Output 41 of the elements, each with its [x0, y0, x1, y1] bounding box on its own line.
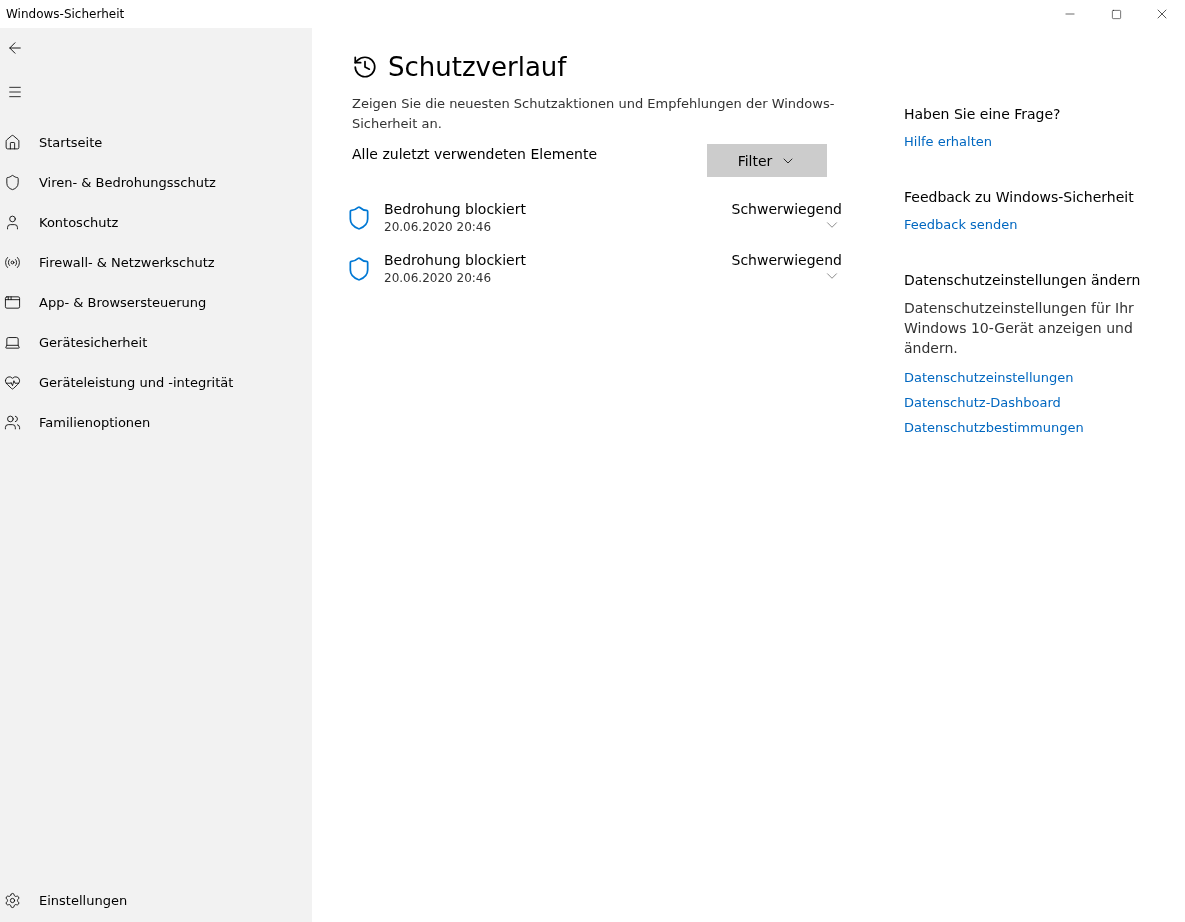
nav-icon — [4, 133, 21, 151]
section-heading: Haben Sie eine Frage? — [904, 106, 1062, 122]
sidebar-item[interactable]: Familienoptionen — [0, 402, 312, 442]
list-label: Alle zuletzt verwendeten Elemente — [352, 146, 597, 162]
help-link[interactable]: Hilfe erhalten — [904, 134, 992, 149]
nav-icon — [4, 293, 21, 311]
shield-icon — [346, 256, 372, 282]
nav-icon — [4, 213, 21, 231]
section-heading: Datenschutzeinstellungen ändern — [904, 272, 1142, 288]
section-text: Datenschutzeinstellungen für Ihr Windows 10-Gerät anzeigen und ändern. — [904, 299, 1134, 358]
entry-time: 20.06.2020 20:46 — [384, 271, 493, 285]
filter-button[interactable]: Filter — [707, 144, 827, 177]
severity-label: Schwerwiegend — [731, 252, 842, 268]
help-link[interactable]: Datenschutzbestimmungen — [904, 420, 1084, 435]
page-title: Schutzverlauf — [388, 52, 567, 82]
history-icon — [352, 54, 378, 80]
section-heading: Feedback zu Windows-Sicherheit — [904, 189, 1135, 205]
entry-title: Bedrohung blockiert — [384, 201, 527, 217]
nav-icon — [4, 413, 21, 431]
shield-icon — [346, 205, 372, 231]
help-link[interactable]: Datenschutz-Dashboard — [904, 395, 1061, 410]
sidebar-item[interactable]: Geräteleistung und -integrität — [0, 362, 312, 402]
sidebar-item[interactable]: Kontoschutz — [0, 202, 312, 242]
entry-time: 20.06.2020 20:46 — [384, 220, 493, 234]
sidebar-item[interactable]: App- & Browsersteuerung — [0, 282, 312, 322]
severity-label: Schwerwiegend — [731, 201, 842, 217]
page-description: Zeigen Sie die neuesten Schutzaktionen und Empfehlungen der Windows-Sicherheit an. — [352, 95, 836, 133]
settings-icon — [4, 891, 21, 909]
nav-icon — [4, 173, 21, 191]
help-link[interactable]: Feedback senden — [904, 217, 1018, 232]
nav-icon — [4, 373, 21, 391]
sidebar-item[interactable]: Firewall- & Netzwerkschutz — [0, 242, 312, 282]
menu-icon — [7, 84, 23, 100]
maximize-icon — [1110, 8, 1122, 20]
window-title: Windows-Sicherheit — [5, 7, 125, 21]
sidebar-item[interactable]: Startseite — [0, 122, 312, 162]
help-link[interactable]: Datenschutzeinstellungen — [904, 370, 1074, 385]
entry-title: Bedrohung blockiert — [384, 252, 527, 268]
sidebar-item[interactable]: Gerätesicherheit — [0, 322, 312, 362]
settings-item[interactable]: Einstellungen — [0, 880, 312, 920]
sidebar-item[interactable]: Viren- & Bedrohungsschutz — [0, 162, 312, 202]
